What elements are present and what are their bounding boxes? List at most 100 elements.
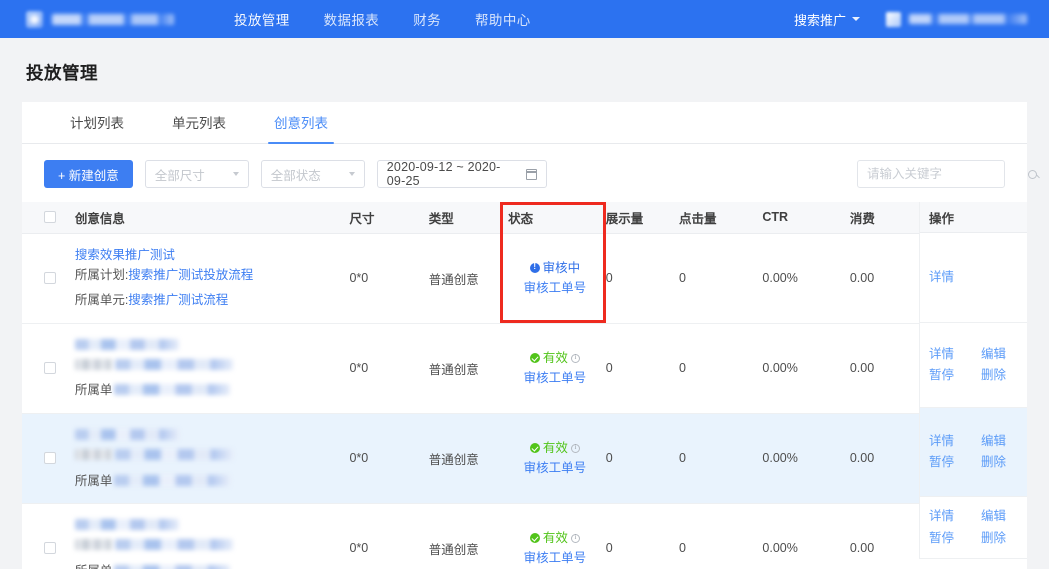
search-box[interactable] — [857, 160, 1037, 188]
tab-bar: 计划列表 单元列表 创意列表 — [22, 102, 1027, 144]
search-input[interactable] — [867, 167, 1028, 181]
status-badge: 有效 审核工单号 — [508, 438, 602, 478]
size-cell: 0*0 — [345, 413, 425, 504]
redacted-text — [114, 474, 231, 486]
size-cell: 0*0 — [345, 233, 425, 324]
cost-cell: 0.00 — [845, 413, 918, 504]
action-edit[interactable]: 编辑 — [981, 345, 1019, 364]
tab-plan-list[interactable]: 计划列表 — [56, 112, 138, 143]
top-navbar: 投放管理 数据报表 财务 帮助中心 搜索推广 — [0, 0, 1049, 38]
audit-order-link[interactable]: 审核工单号 — [508, 368, 602, 388]
nav-item-data-reports[interactable]: 数据报表 — [324, 9, 380, 29]
type-cell: 普通创意 — [424, 323, 505, 414]
redacted-text — [74, 338, 179, 350]
status-cell: 有效 审核工单号 — [504, 323, 602, 414]
row-checkbox[interactable] — [44, 542, 56, 555]
cost-cell: 0.00 — [845, 323, 918, 414]
action-edit[interactable]: 编辑 — [981, 432, 1019, 451]
creative-unit: 所属单 — [75, 381, 346, 400]
action-delete[interactable]: 删除 — [981, 366, 1019, 385]
status-row: 有效 — [508, 528, 602, 548]
username-label — [909, 14, 1027, 24]
action-pause[interactable]: 暂停 — [929, 366, 967, 385]
row-checkbox[interactable] — [44, 272, 56, 285]
product-switcher[interactable]: 搜索推广 — [794, 10, 860, 29]
redacted-text — [114, 384, 231, 396]
status-text: 有效 — [542, 531, 568, 546]
audit-order-link[interactable]: 审核工单号 — [508, 278, 602, 298]
audit-order-link[interactable]: 审核工单号 — [508, 458, 602, 478]
user-menu[interactable] — [886, 11, 1027, 27]
redacted-text — [114, 539, 233, 551]
creative-info-cell: 搜索效果推广测试所属计划:搜索推广测试投放流程所属单元:搜索推广测试流程 — [70, 233, 346, 324]
tab-creative-list[interactable]: 创意列表 — [260, 112, 342, 144]
avatar — [886, 11, 901, 27]
creative-info-cell: 所属单 — [70, 323, 346, 414]
page-title: 投放管理 — [26, 63, 98, 83]
info-tooltip-icon[interactable] — [570, 352, 580, 363]
header-clicks: 点击量 — [674, 202, 759, 234]
type-cell: 普通创意 — [424, 233, 505, 324]
clicks-cell: 0 — [674, 413, 759, 504]
plan-link[interactable]: 搜索推广测试投放流程 — [128, 268, 253, 282]
tab-unit-list[interactable]: 单元列表 — [158, 112, 240, 143]
creative-table-wrap: 创意信息 尺寸 类型 状态 展示量 点击量 CTR 消费 搜索效果推广测试 所属计… — [22, 202, 1027, 569]
redacted-label — [74, 449, 113, 461]
creative-title[interactable] — [74, 336, 346, 355]
impressions-cell: 0 — [601, 233, 675, 324]
check-circle-icon — [529, 533, 540, 544]
action-detail[interactable]: 详情 — [929, 432, 967, 451]
info-tooltip-icon[interactable] — [570, 442, 580, 453]
action-delete[interactable]: 删除 — [981, 529, 1019, 548]
row-checkbox[interactable] — [44, 452, 56, 465]
status-filter-value: 全部状态 — [270, 168, 321, 183]
redacted-label — [74, 359, 113, 370]
nav-item-delivery-management[interactable]: 投放管理 — [234, 9, 290, 29]
creative-title[interactable] — [74, 516, 346, 535]
status-badge: 审核中 审核工单号 — [508, 258, 602, 298]
action-pause[interactable]: 暂停 — [929, 529, 967, 548]
search-area — [857, 160, 1037, 188]
size-filter-value: 全部尺寸 — [154, 168, 205, 183]
impressions-cell: 0 — [601, 323, 675, 414]
brand-logo[interactable] — [26, 10, 204, 28]
select-all-checkbox[interactable] — [44, 211, 56, 224]
header-impressions: 展示量 — [601, 202, 675, 234]
info-tooltip-icon[interactable] — [570, 532, 580, 543]
impressions-cell: 0 — [601, 413, 675, 504]
new-creative-button[interactable]: + 新建创意 — [44, 160, 133, 188]
action-pause[interactable]: 暂停 — [929, 453, 967, 472]
creative-unit: 所属单 — [75, 562, 346, 569]
status-filter-select[interactable]: 全部状态 — [260, 160, 365, 188]
search-icon[interactable] — [1028, 169, 1037, 179]
redacted-text — [74, 428, 179, 440]
creative-title[interactable] — [74, 426, 346, 445]
unit-link[interactable]: 搜索推广测试流程 — [128, 293, 228, 307]
ctr-cell: 0.00% — [758, 323, 846, 414]
creative-plan — [74, 536, 346, 555]
calendar-icon — [525, 168, 537, 180]
action-edit[interactable]: 编辑 — [981, 507, 1019, 526]
operation-cell: 详情 — [920, 233, 1027, 323]
content-card: 计划列表 单元列表 创意列表 + 新建创意 全部尺寸 全部状态 2020-09-… — [22, 102, 1037, 569]
creative-info-cell: 所属单 — [70, 413, 346, 504]
action-delete[interactable]: 删除 — [981, 453, 1019, 472]
action-detail[interactable]: 详情 — [929, 507, 967, 526]
creative-title[interactable]: 搜索效果推广测试 — [75, 246, 346, 265]
clicks-cell: 0 — [674, 503, 759, 569]
sticky-operation-column: 操作 详情 详情 编辑 暂停 删除 详情 编辑 暂停 删除 详情 编辑 暂停 删除 — [919, 202, 1027, 559]
date-range-picker[interactable]: 2020-09-12 ~ 2020-09-25 — [376, 160, 547, 188]
plan-label: 所属计划: — [74, 267, 129, 282]
chevron-down-icon — [852, 17, 860, 21]
impressions-cell: 0 — [601, 503, 675, 569]
audit-order-link[interactable]: 审核工单号 — [508, 548, 602, 568]
unit-label: 所属单 — [74, 473, 113, 488]
info-icon — [529, 261, 540, 273]
nav-item-help-center[interactable]: 帮助中心 — [475, 9, 531, 29]
creative-unit: 所属单元:搜索推广测试流程 — [75, 291, 346, 310]
action-detail[interactable]: 详情 — [929, 268, 954, 287]
row-checkbox[interactable] — [44, 362, 56, 375]
size-filter-select[interactable]: 全部尺寸 — [144, 160, 249, 188]
nav-item-finance[interactable]: 财务 — [413, 9, 441, 29]
action-detail[interactable]: 详情 — [929, 345, 967, 364]
